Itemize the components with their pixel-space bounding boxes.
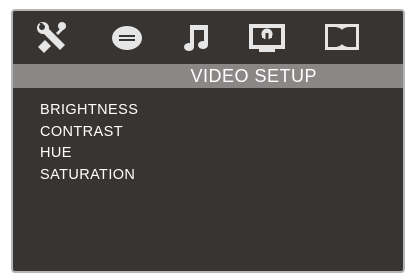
menu-item-brightness[interactable]: BRIGHTNESS [40, 100, 138, 122]
video-setup-osd-panel: VIDEO SETUP BRIGHTNESS CONTRAST HUE SATU… [11, 9, 405, 273]
tab-audio-setup[interactable] [178, 17, 218, 57]
page-title: VIDEO SETUP [190, 66, 317, 86]
music-note-icon [184, 25, 208, 51]
dolby-icon [325, 24, 359, 50]
menu-item-hue[interactable]: HUE [40, 143, 138, 165]
tab-video-setup[interactable] [247, 17, 287, 57]
tab-general-setup[interactable] [32, 17, 72, 57]
disc-icon [112, 26, 142, 50]
menu-item-saturation[interactable]: SATURATION [40, 165, 138, 187]
tab-dolby-setup[interactable] [322, 17, 362, 57]
title-bar: VIDEO SETUP [13, 64, 403, 88]
setup-tab-bar [13, 11, 403, 65]
tools-icon [37, 22, 66, 53]
tab-disc-setup[interactable] [107, 17, 147, 57]
video-monitor-icon [249, 24, 285, 52]
video-setup-menu: BRIGHTNESS CONTRAST HUE SATURATION [40, 100, 138, 186]
menu-item-contrast[interactable]: CONTRAST [40, 122, 138, 144]
